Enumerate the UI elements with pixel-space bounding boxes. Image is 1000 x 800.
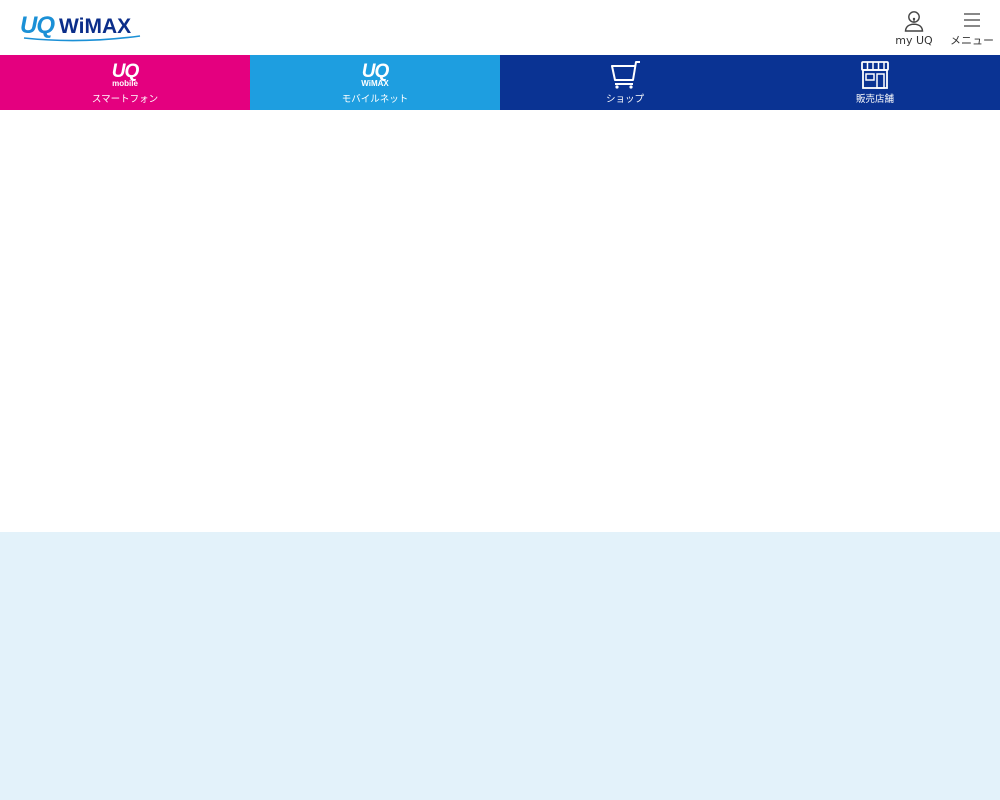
my-uq-label: my UQ bbox=[895, 34, 933, 47]
nav-item-shop[interactable]: ショップ bbox=[500, 55, 750, 110]
category-nav: UQ mobile スマートフォン UQ WiMAX モバイルネット ショップ bbox=[0, 55, 1000, 110]
store-icon bbox=[861, 61, 889, 89]
footer-section bbox=[0, 532, 1000, 800]
menu-label: メニュー bbox=[950, 34, 994, 47]
cart-icon bbox=[611, 61, 640, 89]
uq-mobile-logo: UQ mobile bbox=[112, 62, 139, 88]
nav-item-label: モバイルネット bbox=[341, 94, 409, 105]
uq-wimax-mini-logo: UQ WiMAX bbox=[361, 62, 389, 88]
brand-sub-text: WiMAX bbox=[361, 79, 389, 88]
uq-wimax-logo[interactable]: UQ WiMAX bbox=[20, 14, 142, 42]
menu-button[interactable]: メニュー bbox=[950, 10, 994, 48]
nav-item-label: スマートフォン bbox=[91, 94, 159, 105]
user-icon bbox=[904, 11, 924, 32]
nav-item-label: 販売店舗 bbox=[855, 94, 894, 105]
hamburger-menu-icon bbox=[964, 13, 980, 27]
nav-item-smartphone[interactable]: UQ mobile スマートフォン bbox=[0, 55, 250, 110]
nav-item-mobile-net[interactable]: UQ WiMAX モバイルネット bbox=[250, 55, 500, 110]
site-header: UQ WiMAX my UQ メニュー bbox=[0, 0, 1000, 55]
nav-item-label: ショップ bbox=[605, 94, 644, 105]
brand-sub-text: mobile bbox=[112, 79, 138, 88]
main-content bbox=[0, 110, 1000, 532]
nav-item-store[interactable]: 販売店舗 bbox=[750, 55, 1000, 110]
my-uq-button[interactable]: my UQ bbox=[894, 10, 934, 47]
logo-swoosh-icon bbox=[23, 35, 141, 42]
